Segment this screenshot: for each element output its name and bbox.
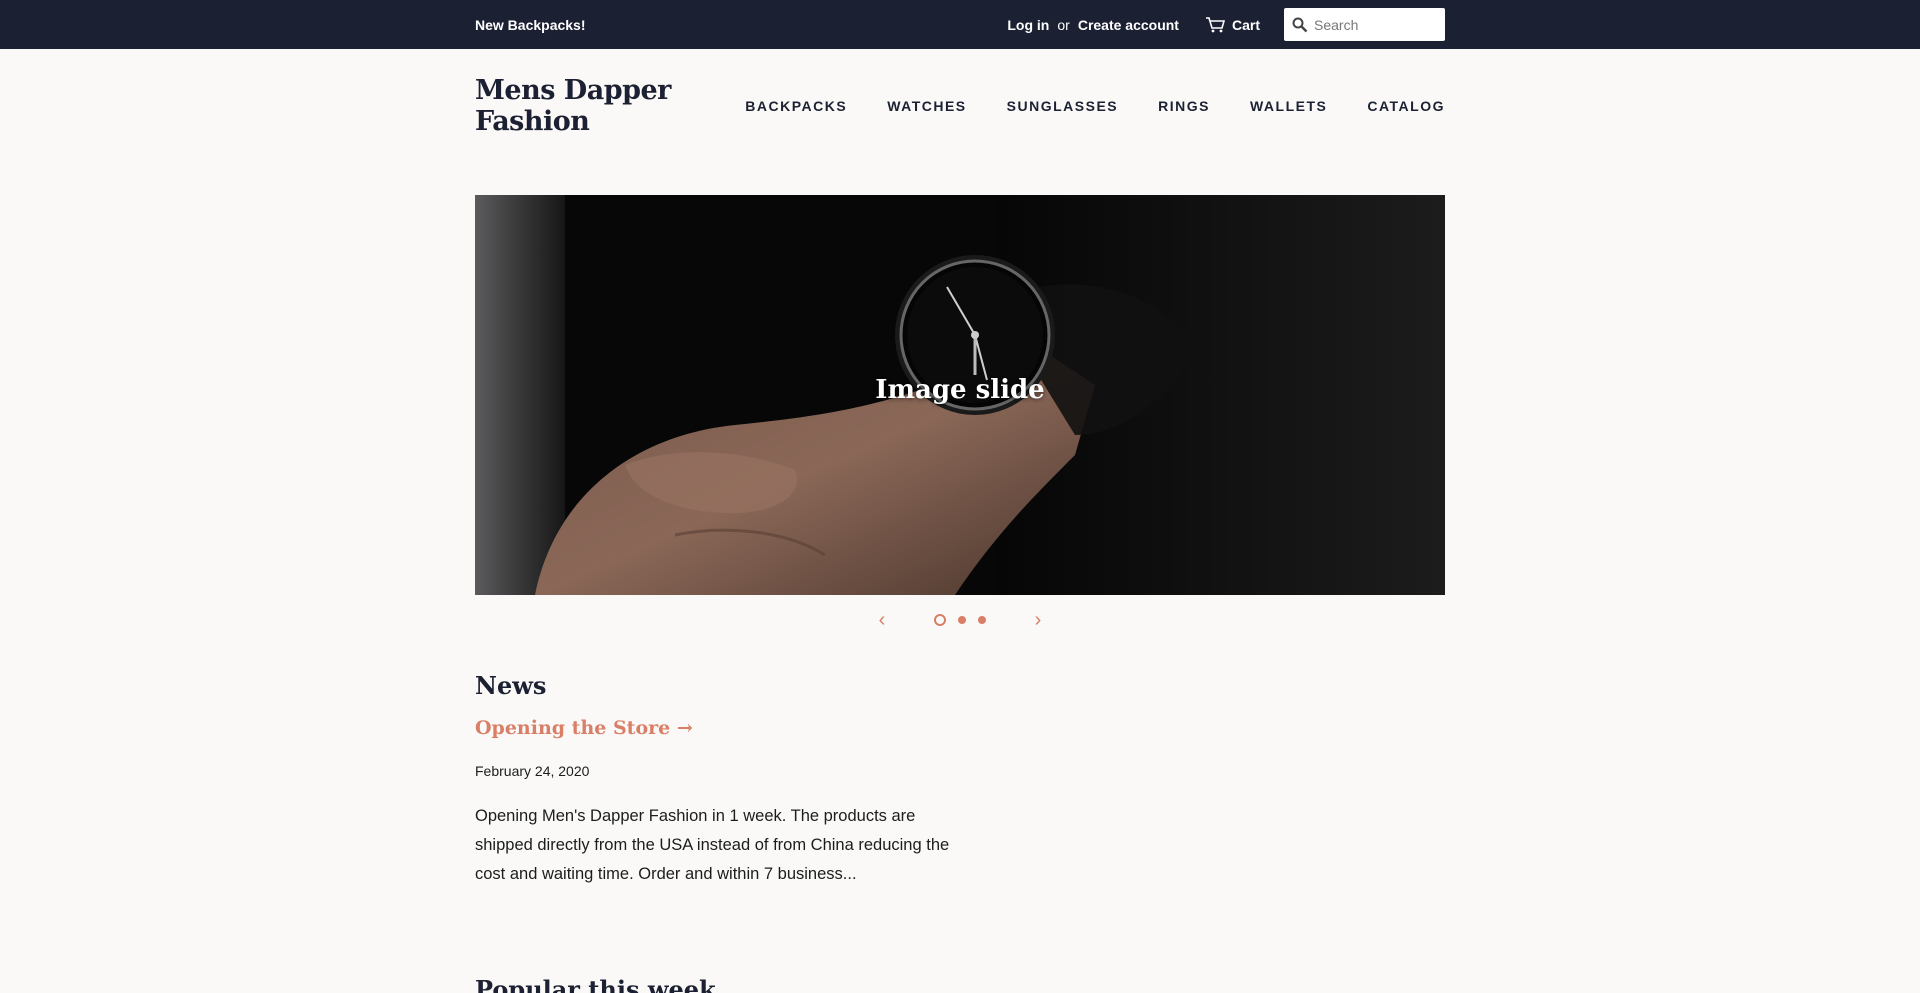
- cart-label: Cart: [1231, 16, 1260, 33]
- site-header: Mens Dapper Fashion BACKPACKS WATCHES SU…: [475, 75, 1445, 137]
- slideshow-controls: ‹ ›: [475, 608, 1445, 632]
- slide-dots: [928, 614, 992, 626]
- nav-item-watches[interactable]: WATCHES: [887, 98, 966, 114]
- slide-dot-1[interactable]: [934, 614, 946, 626]
- login-link[interactable]: Log in: [1007, 17, 1049, 33]
- cart-icon: [1205, 16, 1225, 32]
- slide-dot-2[interactable]: [958, 616, 966, 624]
- search-icon[interactable]: [1292, 17, 1308, 33]
- hero-slideshow[interactable]: Image slide: [475, 195, 1445, 595]
- chevron-left-icon[interactable]: ‹: [872, 610, 892, 630]
- hero-title: Image slide: [875, 375, 1045, 405]
- news-heading: News: [475, 671, 547, 700]
- cart-link[interactable]: Cart: [1205, 16, 1260, 33]
- create-account-link[interactable]: Create account: [1078, 17, 1179, 33]
- popular-heading: Popular this week: [475, 975, 716, 993]
- main-nav: BACKPACKS WATCHES SUNGLASSES RINGS WALLE…: [705, 98, 1445, 114]
- announcement-text[interactable]: New Backpacks!: [475, 17, 586, 33]
- or-text: or: [1057, 16, 1070, 33]
- slide-dot-3[interactable]: [978, 616, 986, 624]
- chevron-right-icon[interactable]: ›: [1028, 610, 1048, 630]
- announcement-bar: New Backpacks! Log in or Create account …: [0, 0, 1920, 49]
- nav-item-backpacks[interactable]: BACKPACKS: [745, 98, 847, 114]
- article-excerpt: Opening Men's Dapper Fashion in 1 week. …: [475, 807, 950, 883]
- nav-item-sunglasses[interactable]: SUNGLASSES: [1007, 98, 1118, 114]
- site-logo[interactable]: Mens Dapper Fashion: [475, 75, 705, 137]
- nav-item-wallets[interactable]: WALLETS: [1250, 98, 1327, 114]
- article-title-link[interactable]: Opening the Store →: [475, 717, 693, 739]
- nav-item-rings[interactable]: RINGS: [1158, 98, 1210, 114]
- search-box: [1284, 8, 1445, 41]
- search-input[interactable]: [1314, 16, 1434, 33]
- nav-item-catalog[interactable]: CATALOG: [1367, 98, 1445, 114]
- customer-links: Log in or Create account Cart: [1007, 8, 1445, 41]
- article-date: February 24, 2020: [475, 763, 590, 779]
